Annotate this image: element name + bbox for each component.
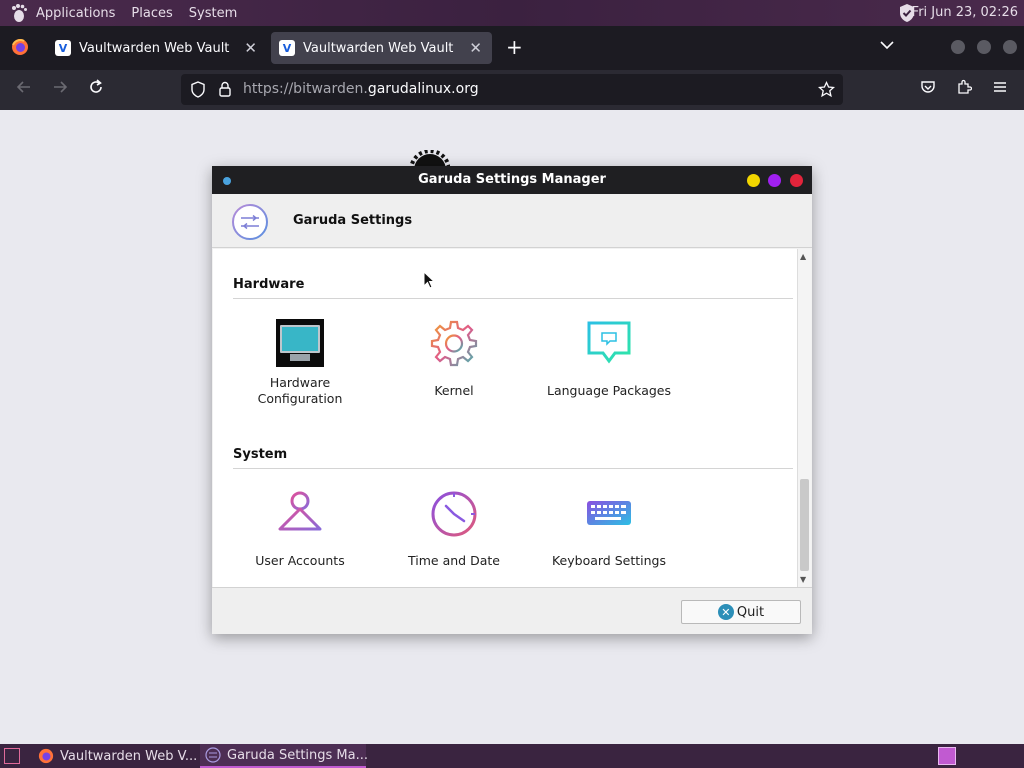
extensions-icon[interactable]: [956, 79, 973, 100]
close-circle-icon: ✕: [717, 604, 734, 620]
section-title-system: System: [233, 447, 288, 462]
gear-icon: [430, 319, 478, 367]
taskbar-item-browser[interactable]: Vaultwarden Web V...: [34, 744, 198, 768]
tab-vaultwarden-2[interactable]: V Vaultwarden Web Vault ✕: [271, 32, 492, 64]
firefox-icon: [38, 748, 54, 764]
maximize-button[interactable]: [768, 174, 781, 187]
tab-title: Vaultwarden Web Vault: [303, 40, 454, 56]
close-window-button[interactable]: [1003, 40, 1017, 54]
minimize-button[interactable]: [747, 174, 760, 187]
quit-button[interactable]: ✕ Quit: [681, 600, 801, 624]
tab-title: Vaultwarden Web Vault: [79, 40, 230, 56]
tracking-shield-icon[interactable]: [190, 81, 206, 102]
close-button[interactable]: [790, 174, 803, 187]
vaultwarden-icon: V: [279, 40, 295, 56]
firefox-icon[interactable]: [11, 38, 29, 60]
url-text[interactable]: https://bitwarden.garudalinux.org: [243, 81, 479, 97]
hanger-icon: [276, 489, 324, 537]
browser-tab-strip: V Vaultwarden Web Vault ✕ V Vaultwarden …: [0, 26, 1024, 70]
top-panel: Applications Places System Fri Jun 23, 0…: [0, 0, 1024, 26]
section-divider: [233, 298, 793, 299]
hamburger-menu-icon[interactable]: [992, 79, 1008, 100]
bookmark-star-icon[interactable]: [817, 80, 836, 102]
quit-label: Quit: [736, 604, 765, 620]
window-title: Garuda Settings Manager: [418, 172, 606, 187]
header-title: Garuda Settings: [293, 213, 413, 228]
menu-applications[interactable]: Applications: [30, 6, 121, 21]
item-label: Keyboard Settings: [551, 553, 666, 568]
monitor-icon: [276, 319, 324, 367]
item-time-and-date[interactable]: Time and Date: [379, 489, 529, 569]
taskbar-item-label: Vaultwarden Web V...: [60, 748, 198, 764]
keyboard-icon: [585, 489, 633, 537]
scroll-up-icon[interactable]: ▲: [800, 252, 806, 261]
item-hardware-configuration[interactable]: Hardware Configuration: [225, 319, 375, 407]
item-language-packages[interactable]: Language Packages: [534, 319, 684, 399]
reload-icon[interactable]: [88, 79, 104, 100]
chevron-down-icon[interactable]: [880, 38, 894, 54]
browser-nav-bar: https://bitwarden.garudalinux.org: [0, 70, 1024, 110]
speech-bubble-icon: [585, 319, 633, 367]
taskbar-item-label: Garuda Settings Ma...: [227, 747, 369, 763]
item-keyboard-settings[interactable]: Keyboard Settings: [534, 489, 684, 569]
section-title-hardware: Hardware: [233, 277, 305, 292]
sliders-icon: [231, 203, 269, 245]
close-icon[interactable]: ✕: [469, 39, 482, 57]
vertical-scrollbar[interactable]: ▲ ▼: [797, 249, 811, 587]
item-label: Kernel: [434, 383, 474, 398]
url-bar[interactable]: https://bitwarden.garudalinux.org: [181, 74, 843, 105]
scroll-thumb[interactable]: [800, 479, 809, 571]
back-arrow-icon[interactable]: [16, 79, 32, 100]
taskbar-item-settings-manager[interactable]: Garuda Settings Ma...: [200, 744, 369, 768]
settings-list: Hardware Hardware Configuration Kernel L…: [213, 249, 797, 587]
dialog-header: Garuda Settings: [212, 194, 812, 248]
vaultwarden-icon: V: [55, 40, 71, 56]
dialog-footer: ✕ Quit: [212, 587, 812, 634]
clock-icon: [430, 489, 478, 537]
close-icon[interactable]: ✕: [244, 39, 257, 57]
mouse-cursor-icon: [423, 270, 436, 293]
item-label: User Accounts: [255, 553, 345, 568]
menu-places[interactable]: Places: [125, 6, 178, 21]
lock-icon[interactable]: [218, 81, 232, 102]
minimize-window-button[interactable]: [951, 40, 965, 54]
item-label: Language Packages: [547, 383, 671, 398]
new-tab-icon[interactable]: +: [506, 35, 523, 59]
bottom-taskbar: Vaultwarden Web V... Garuda Settings Ma.…: [0, 744, 1024, 768]
item-kernel[interactable]: Kernel: [379, 319, 529, 399]
show-desktop-icon[interactable]: [4, 748, 20, 764]
menu-system[interactable]: System: [183, 6, 243, 21]
url-host: garudalinux.org: [367, 81, 479, 97]
maximize-window-button[interactable]: [977, 40, 991, 54]
workspace-switcher[interactable]: [938, 747, 956, 765]
item-user-accounts[interactable]: User Accounts: [225, 489, 375, 569]
sliders-icon: [205, 747, 221, 763]
window-titlebar[interactable]: Garuda Settings Manager: [212, 166, 812, 194]
pocket-icon[interactable]: [920, 79, 936, 100]
workspace-switcher-2[interactable]: [960, 747, 978, 765]
forward-arrow-icon[interactable]: [52, 79, 68, 100]
url-prefix: https://bitwarden.: [243, 81, 368, 97]
section-divider: [233, 468, 793, 469]
item-label: Time and Date: [408, 553, 500, 568]
item-label: Hardware Configuration: [257, 375, 343, 406]
scroll-down-icon[interactable]: ▼: [800, 575, 806, 584]
tab-vaultwarden-1[interactable]: V Vaultwarden Web Vault ✕: [47, 32, 267, 64]
clock[interactable]: Fri Jun 23, 02:26: [912, 5, 1018, 20]
settings-manager-window: Garuda Settings Manager Garuda Settings …: [212, 166, 812, 634]
gnome-foot-icon[interactable]: [10, 3, 28, 23]
